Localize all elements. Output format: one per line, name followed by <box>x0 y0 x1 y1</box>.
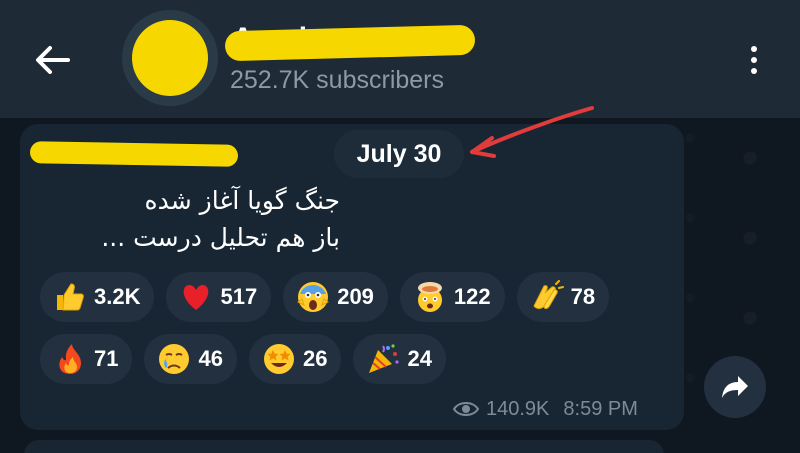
eye-icon <box>452 402 480 416</box>
party-popper-icon <box>365 341 401 377</box>
share-button[interactable] <box>704 356 766 418</box>
date-badge: July 30 <box>334 130 464 178</box>
reaction-count: 78 <box>570 284 596 309</box>
reactions-row: 3.2K 517 209 122 78 <box>40 272 680 322</box>
thumbs-up-icon <box>52 279 88 315</box>
reaction-count: 122 <box>453 284 491 309</box>
clapping-hands-icon <box>529 279 565 315</box>
screaming-face-icon <box>295 279 331 315</box>
annotation-arrow-icon <box>470 106 594 158</box>
channel-header: Arash ... 252.7K subscribers <box>0 0 800 118</box>
share-arrow-icon <box>722 376 748 398</box>
reaction-count: 71 <box>94 346 119 371</box>
reaction-thumbs-up[interactable]: 3.2K <box>40 272 155 322</box>
reactions-row: 71 46 26 24 <box>40 334 680 384</box>
subscriber-count: 252.7K subscribers <box>230 66 445 94</box>
reaction-count: 3.2K <box>94 284 141 309</box>
reaction-fire[interactable]: 71 <box>40 334 133 384</box>
reaction-count: 46 <box>198 346 223 371</box>
reactions-bar: 3.2K 517 209 122 78 71 46 26 24 <box>40 272 680 396</box>
reaction-count: 26 <box>302 346 328 371</box>
reaction-crying[interactable]: 46 <box>144 334 237 384</box>
reaction-count: 24 <box>407 346 432 371</box>
reaction-screaming[interactable]: 209 <box>283 272 388 322</box>
message-text: جنگ گویا آغاز شده باز هم تحلیل درست ... <box>40 182 340 256</box>
reaction-count: 209 <box>337 284 374 309</box>
crying-face-icon <box>156 341 192 377</box>
reaction-count: 517 <box>220 284 258 309</box>
view-count: 140.9K <box>486 397 550 420</box>
fire-icon <box>52 341 88 377</box>
message-line: جنگ گویا آغاز شده <box>144 186 340 215</box>
arrow-left-icon <box>36 46 70 74</box>
message-line: باز هم تحلیل درست ... <box>101 223 340 252</box>
exploding-head-icon <box>412 279 448 315</box>
reaction-star-struck[interactable]: 26 <box>248 334 342 384</box>
more-menu-button[interactable] <box>736 38 772 82</box>
next-message-bubble[interactable] <box>24 440 664 453</box>
back-button[interactable] <box>30 38 74 82</box>
sender-name-redaction <box>29 141 239 167</box>
reaction-clapping[interactable]: 78 <box>516 272 610 322</box>
more-vertical-icon <box>751 46 757 52</box>
message-time: 8:59 PM <box>563 397 638 420</box>
star-struck-icon <box>261 341 297 377</box>
reaction-heart[interactable]: 517 <box>166 272 272 322</box>
message-meta: 140.9K 8:59 PM <box>452 396 638 422</box>
reaction-exploding-head[interactable]: 122 <box>399 272 505 322</box>
reaction-party-popper[interactable]: 24 <box>353 334 446 384</box>
avatar-redaction <box>132 20 208 96</box>
red-heart-icon <box>178 279 214 315</box>
channel-avatar[interactable] <box>122 10 218 106</box>
